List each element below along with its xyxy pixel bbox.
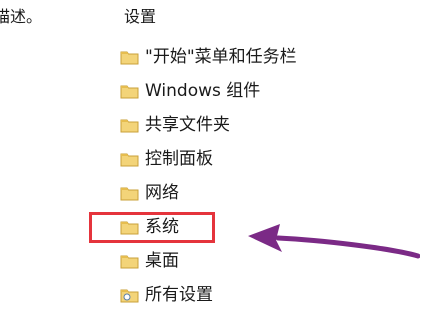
- folder-icon: [120, 51, 139, 65]
- tree-item-start-menu-taskbar[interactable]: "开始"菜单和任务栏: [120, 40, 297, 74]
- tree-item-label: 共享文件夹: [145, 115, 230, 135]
- folder-icon: [120, 119, 139, 133]
- screenshot-page: 描述。 设置 "开始"菜单和任务栏 Windows 组件 共享文件夹 控制面板 …: [0, 0, 445, 309]
- tree-item-all-settings[interactable]: 所有设置: [120, 278, 297, 309]
- folder-icon: [120, 255, 139, 269]
- folder-icon: [120, 221, 139, 235]
- tree-item-network[interactable]: 网络: [120, 176, 297, 210]
- tree-item-system[interactable]: 系统: [120, 210, 297, 244]
- folder-icon: [120, 85, 139, 99]
- tree-item-label: 控制面板: [145, 149, 213, 169]
- tree-item-control-panel[interactable]: 控制面板: [120, 142, 297, 176]
- folder-icon: [120, 153, 139, 167]
- description-text: 描述。: [0, 7, 43, 26]
- tree-item-label: 桌面: [145, 251, 179, 271]
- tree-item-shared-folders[interactable]: 共享文件夹: [120, 108, 297, 142]
- tree-item-label: Windows 组件: [145, 81, 261, 101]
- tree-item-label: 所有设置: [145, 285, 213, 305]
- settings-folder-icon: [120, 289, 139, 303]
- tree-item-windows-components[interactable]: Windows 组件: [120, 74, 297, 108]
- folder-icon: [120, 187, 139, 201]
- tree-item-label: 系统: [145, 217, 179, 237]
- tree-item-desktop[interactable]: 桌面: [120, 244, 297, 278]
- tree-item-label: "开始"菜单和任务栏: [145, 47, 297, 67]
- settings-tree: "开始"菜单和任务栏 Windows 组件 共享文件夹 控制面板 网络 系统 桌…: [120, 40, 297, 309]
- tree-heading-settings[interactable]: 设置: [124, 6, 156, 28]
- tree-item-label: 网络: [145, 183, 179, 203]
